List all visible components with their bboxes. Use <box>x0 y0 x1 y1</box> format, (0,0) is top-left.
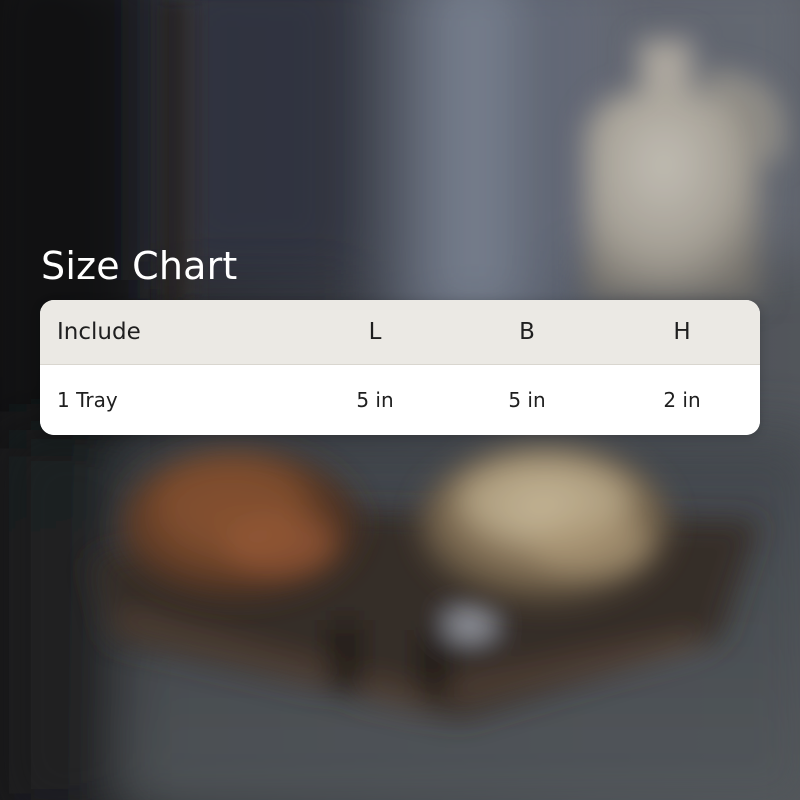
table-header-row: Include L B H <box>40 300 760 365</box>
page-title: Size Chart <box>41 244 238 288</box>
header-height: H <box>673 319 691 345</box>
header-length: L <box>368 319 382 345</box>
table-row: 1 Tray 5 in 5 in 2 in <box>40 365 760 435</box>
cell-length: 5 in <box>356 388 394 412</box>
cell-breadth: 5 in <box>508 388 546 412</box>
cell-include: 1 Tray <box>57 388 118 412</box>
size-chart-table: Include L B H 1 Tray 5 in 5 in 2 in <box>40 300 760 435</box>
header-include: Include <box>57 319 141 345</box>
cell-height: 2 in <box>663 388 701 412</box>
header-breadth: B <box>519 319 535 345</box>
